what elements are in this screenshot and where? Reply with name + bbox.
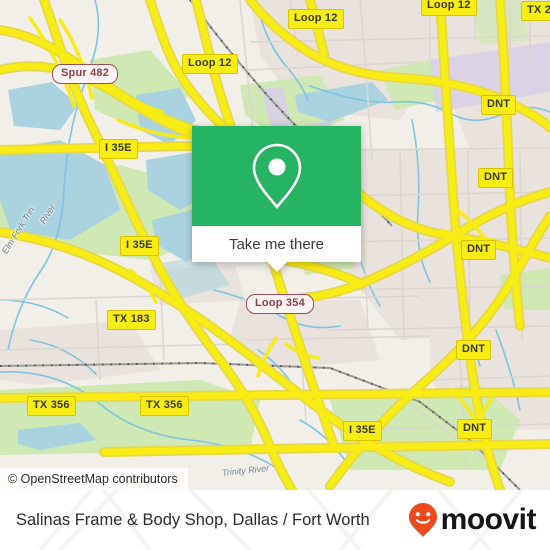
footer-bar: Salinas Frame & Body Shop, Dallas / Fort… [0, 490, 550, 550]
place-title: Salinas Frame & Body Shop, Dallas / Fort… [16, 510, 370, 529]
popup-pointer-tail [265, 261, 288, 272]
moovit-wordmark: moovit [440, 503, 537, 536]
osm-attribution[interactable]: © OpenStreetMap contributors [0, 468, 188, 490]
popup-header [192, 126, 361, 226]
map-screenshot: Loop 12 Loop 12 Loop 12 TX 2 Spur 482 DNT DNT I… [0, 0, 550, 550]
moovit-logo[interactable]: moovit [408, 502, 537, 538]
water-label: Elm Fork Trin [0, 205, 37, 256]
water-label: River [37, 202, 58, 226]
water-label: Trinity River [221, 463, 270, 478]
take-me-there-label: Take me there [228, 235, 325, 253]
moovit-pin-smiley-icon [408, 503, 437, 537]
map-pin-icon [252, 143, 301, 210]
map-canvas[interactable]: Loop 12 Loop 12 Loop 12 TX 2 Spur 482 DNT DNT I… [0, 0, 550, 490]
osm-attribution-text: © OpenStreetMap contributors [8, 472, 178, 486]
popup-footer[interactable]: Take me there [192, 226, 361, 262]
location-popup-card[interactable]: Take me there [192, 126, 361, 272]
